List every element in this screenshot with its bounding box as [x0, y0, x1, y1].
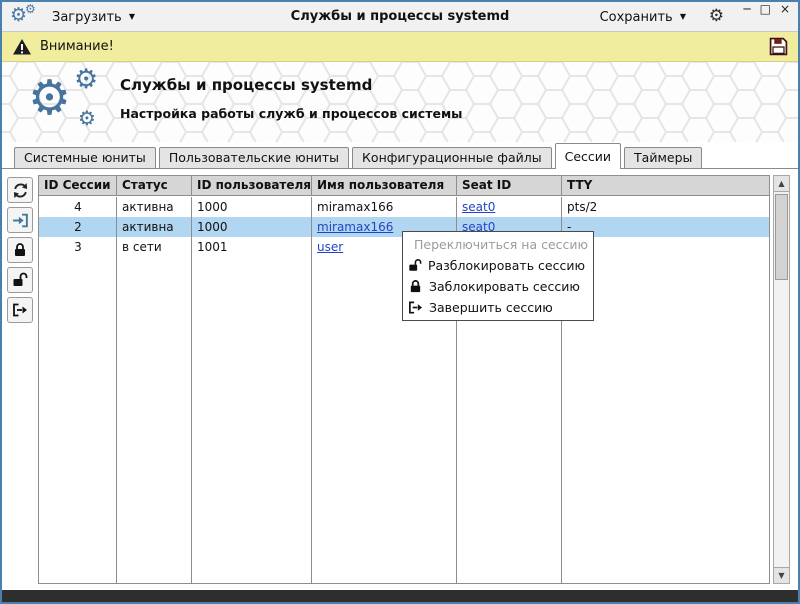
window-controls: ─ □ × — [743, 2, 790, 16]
column-header-session-id[interactable]: ID Сессии — [39, 176, 117, 195]
save-disk-icon[interactable] — [769, 37, 788, 56]
user-link[interactable]: miramax166 — [317, 220, 393, 234]
cell-seat-id: seat0 — [457, 197, 562, 217]
chevron-down-icon: ▼ — [128, 11, 135, 21]
tab-config-files[interactable]: Конфигурационные файлы — [352, 147, 552, 168]
column-divider — [191, 197, 192, 583]
table-header-row: ID Сессии Статус ID пользователя Имя пол… — [39, 176, 769, 196]
column-header-status[interactable]: Статус — [117, 176, 192, 195]
gear-icon: ⚙ — [25, 2, 36, 16]
warning-triangle-icon — [13, 38, 31, 54]
minimize-button[interactable]: ─ — [743, 2, 750, 16]
column-header-tty[interactable]: TTY — [562, 176, 769, 195]
scroll-up-icon: ▲ — [778, 179, 785, 188]
refresh-icon — [13, 182, 27, 198]
chevron-down-icon: ▼ — [679, 11, 686, 21]
tab-sessions[interactable]: Сессии — [554, 143, 622, 169]
bottom-bar — [2, 590, 798, 602]
menu-item-label: Завершить сессию — [429, 300, 553, 315]
refresh-button[interactable] — [7, 177, 33, 203]
save-menu-label: Сохранить — [599, 9, 673, 25]
column-divider — [116, 197, 117, 583]
load-menu-label: Загрузить — [52, 9, 122, 25]
app-logo-gears-icon: ⚙ ⚙ — [10, 2, 44, 30]
gear-icon: ⚙ — [28, 70, 72, 126]
terminate-session-button[interactable] — [7, 297, 33, 323]
cell-user-id: 1000 — [197, 200, 228, 214]
menu-item-switch-to-session: Переключиться на сессию — [403, 234, 593, 255]
page-subtitle: Настройка работы служб и процессов систе… — [120, 106, 463, 121]
column-header-seat-id[interactable]: Seat ID — [457, 176, 562, 195]
table-row[interactable]: 4 активна 1000 miramax166 seat0 pts/2 — [39, 197, 769, 217]
tab-bar: Системные юниты Пользовательские юниты К… — [2, 142, 798, 169]
tab-system-units[interactable]: Системные юниты — [14, 147, 156, 168]
cell-user-id: 1001 — [197, 240, 228, 254]
cell-session-id: 2 — [74, 220, 82, 234]
close-button[interactable]: × — [780, 2, 790, 16]
column-header-user-id[interactable]: ID пользователя — [192, 176, 312, 195]
switch-session-icon — [12, 213, 28, 227]
scroll-down-icon: ▼ — [778, 571, 785, 580]
hexagon-pattern-background — [2, 62, 798, 142]
unlock-icon — [13, 272, 28, 286]
lock-icon — [410, 280, 421, 293]
warning-bar: Внимание! — [2, 32, 798, 62]
menu-item-label: Разблокировать сессию — [427, 258, 585, 273]
menu-item-unlock-session[interactable]: Разблокировать сессию — [403, 255, 593, 276]
unlock-icon — [409, 259, 422, 271]
vertical-scrollbar[interactable]: ▲ ▼ — [773, 175, 790, 584]
terminate-session-icon — [409, 301, 423, 314]
title-bar: ⚙ ⚙ Загрузить ▼ Службы и процессы system… — [2, 2, 798, 32]
gear-icon: ⚙ — [74, 64, 99, 95]
menu-item-terminate-session[interactable]: Завершить сессию — [403, 297, 593, 318]
load-menu-button[interactable]: Загрузить ▼ — [52, 2, 135, 32]
settings-gear-icon[interactable]: ⚙ — [709, 6, 724, 26]
tab-timers[interactable]: Таймеры — [624, 147, 703, 168]
cell-user-id: 1000 — [197, 220, 228, 234]
terminate-session-icon — [13, 303, 27, 317]
scrollbar-thumb[interactable] — [775, 194, 788, 280]
cell-status: в сети — [122, 240, 162, 254]
cell-user-name: miramax166 — [317, 200, 394, 214]
switch-to-session-button[interactable] — [7, 207, 33, 233]
cell-status: активна — [122, 200, 174, 214]
lock-icon — [15, 243, 25, 256]
seat-link[interactable]: seat0 — [462, 200, 495, 214]
column-divider — [311, 197, 312, 583]
app-logo-gears-icon: ⚙ ⚙ ⚙ — [28, 66, 114, 138]
gear-icon: ⚙ — [78, 106, 96, 130]
menu-item-lock-session[interactable]: Заблокировать сессию — [403, 276, 593, 297]
user-link[interactable]: user — [317, 240, 343, 254]
cell-session-id: 4 — [74, 200, 82, 214]
warning-text: Внимание! — [40, 39, 114, 54]
column-header-user-name[interactable]: Имя пользователя — [312, 176, 457, 195]
scroll-down-button[interactable]: ▼ — [774, 567, 789, 583]
unlock-session-button[interactable] — [7, 267, 33, 293]
app-header: ⚙ ⚙ ⚙ Службы и процессы systemd Настройк… — [2, 62, 798, 142]
lock-session-button[interactable] — [7, 237, 33, 263]
menu-item-label: Переключиться на сессию — [414, 237, 589, 252]
tab-user-units[interactable]: Пользовательские юниты — [158, 147, 350, 168]
maximize-button[interactable]: □ — [760, 2, 771, 16]
cell-status: активна — [122, 220, 174, 234]
scroll-up-button[interactable]: ▲ — [774, 176, 789, 192]
session-context-menu: Переключиться на сессию Разблокировать с… — [402, 231, 594, 321]
cell-tty: pts/2 — [567, 200, 598, 214]
cell-session-id: 3 — [74, 240, 82, 254]
main-content: ID Сессии Статус ID пользователя Имя пол… — [2, 169, 798, 590]
menu-item-label: Заблокировать сессию — [429, 279, 580, 294]
page-title: Службы и процессы systemd — [120, 76, 373, 94]
app-window: ⚙ ⚙ Загрузить ▼ Службы и процессы system… — [0, 0, 800, 604]
save-menu-button[interactable]: Сохранить ▼ — [600, 2, 686, 32]
